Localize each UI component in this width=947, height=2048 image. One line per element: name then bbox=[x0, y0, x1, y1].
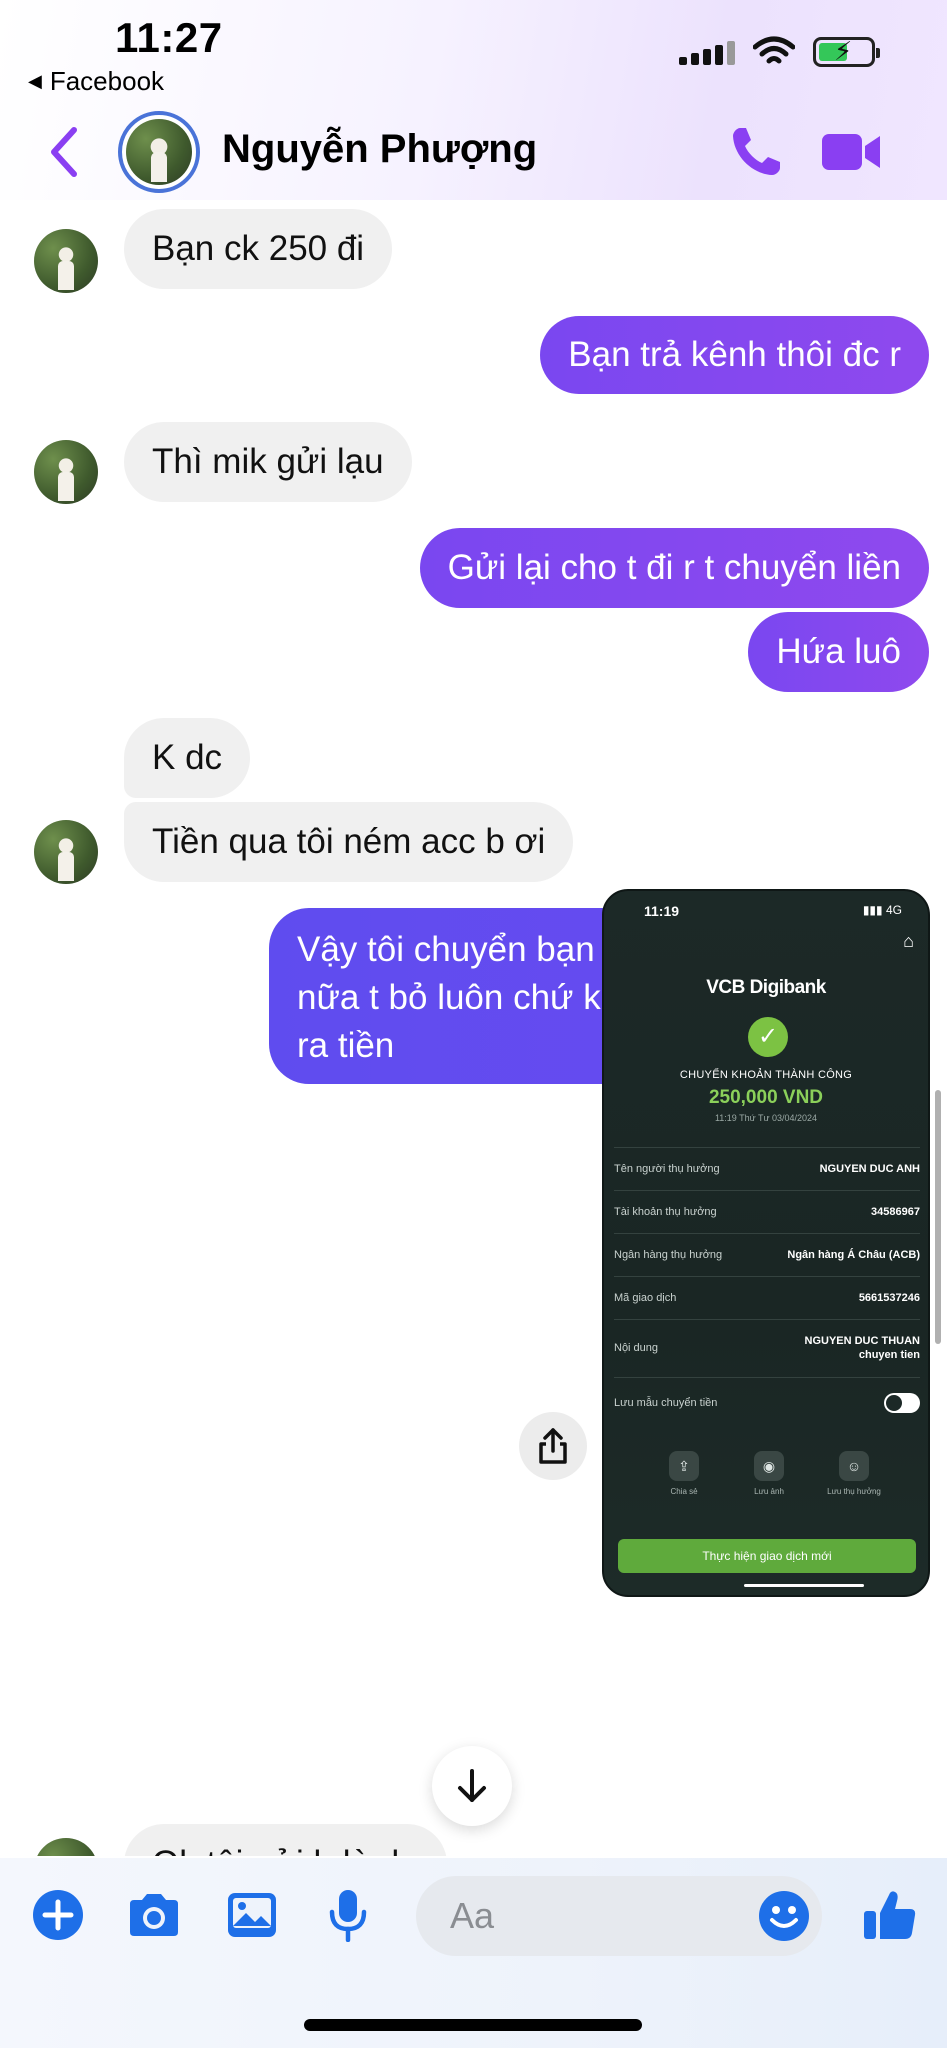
cellular-signal-icon bbox=[679, 39, 735, 65]
message-incoming[interactable]: Bạn ck 250 đi bbox=[124, 209, 393, 289]
transfer-status: CHUYỂN KHOẢN THÀNH CÔNG bbox=[679, 1069, 853, 1081]
arrow-down-icon bbox=[458, 1769, 486, 1802]
contact-name[interactable]: Nguyễn Phượng bbox=[222, 127, 537, 172]
camera-icon: ◉ bbox=[754, 1451, 784, 1481]
sender-avatar[interactable] bbox=[34, 1838, 98, 1856]
message-input[interactable] bbox=[450, 1876, 750, 1956]
wifi-icon bbox=[753, 36, 795, 64]
receipt-actions: ⇪ Chia sẻ ◉ Lưu ảnh ☺ Lưu thụ hưởng bbox=[644, 1451, 894, 1496]
like-button[interactable] bbox=[858, 1885, 922, 1945]
back-app-label: Facebook bbox=[49, 66, 165, 96]
gallery-button[interactable] bbox=[222, 1885, 282, 1945]
message-outgoing[interactable]: Bạn trả kênh thôi đc r bbox=[540, 316, 929, 394]
back-triangle-icon: ◀ bbox=[28, 71, 42, 91]
scroll-to-bottom-button[interactable] bbox=[432, 1746, 512, 1826]
receipt-time: 11:19 bbox=[644, 903, 680, 919]
share-button[interactable] bbox=[519, 1412, 587, 1480]
home-indicator bbox=[304, 2019, 642, 2031]
toggle-switch bbox=[884, 1392, 920, 1413]
camera-icon bbox=[130, 1894, 178, 1936]
receipt-network: ▮▮▮ 4G bbox=[862, 903, 902, 917]
voice-button[interactable] bbox=[318, 1885, 378, 1945]
battery-icon: ⚡ bbox=[813, 36, 880, 67]
receipt-row: Mã giao dịch 5661537246 bbox=[614, 1276, 920, 1318]
contact-avatar[interactable] bbox=[118, 111, 200, 193]
status-time: 11:27 bbox=[115, 14, 223, 61]
home-icon: ⌂ bbox=[903, 931, 914, 951]
plus-button[interactable] bbox=[28, 1885, 88, 1945]
receipt-row: Nội dung NGUYEN DUC THUAN chuyen tien bbox=[614, 1319, 920, 1375]
video-call-icon[interactable] bbox=[820, 128, 884, 176]
plus-circle-icon bbox=[33, 1890, 83, 1940]
transfer-amount: 250,000 VND bbox=[708, 1087, 824, 1108]
microphone-icon bbox=[329, 1890, 367, 1942]
sender-avatar[interactable] bbox=[34, 820, 98, 884]
message-incoming[interactable]: Ok tôi gửi b lè dạ bbox=[124, 1824, 447, 1856]
receipt-row: Lưu mẫu chuyển tiền bbox=[614, 1377, 920, 1427]
image-attachment-receipt[interactable]: 11:19 ▮▮▮ 4G ⌂ VCB Digibank ✓ CHUYỂN KHO… bbox=[602, 889, 930, 1597]
sender-avatar[interactable] bbox=[34, 440, 98, 504]
message-input-box[interactable] bbox=[416, 1876, 822, 1956]
image-icon bbox=[228, 1893, 276, 1937]
top-bar: 11:27 ◀ Facebook ⚡ Nguyễn Phượng bbox=[0, 0, 947, 200]
camera-button[interactable] bbox=[124, 1885, 184, 1945]
message-incoming[interactable]: K dc bbox=[124, 718, 251, 798]
emoji-icon[interactable] bbox=[758, 1890, 810, 1942]
receipt-row: Tên người thụ hưởng NGUYEN DUC ANH bbox=[614, 1147, 920, 1189]
home-indicator-receipt bbox=[744, 1584, 864, 1587]
message-outgoing[interactable]: Gửi lại cho t đi r t chuyển liền bbox=[419, 528, 929, 608]
success-check-icon: ✓ bbox=[748, 1017, 788, 1057]
thumbs-up-icon bbox=[864, 1891, 916, 1939]
transfer-datetime: 11:19 Thứ Tư 03/04/2024 bbox=[714, 1113, 818, 1123]
phone-call-icon[interactable] bbox=[728, 124, 784, 180]
bank-brand: VCB Digibank bbox=[706, 977, 826, 998]
share-icon: ⇪ bbox=[669, 1451, 699, 1481]
message-incoming[interactable]: Thì mik gửi lạu bbox=[124, 422, 412, 502]
status-icons: ⚡ bbox=[679, 36, 880, 68]
back-to-app-link[interactable]: ◀ Facebook bbox=[28, 66, 164, 97]
user-icon: ☺ bbox=[839, 1451, 869, 1481]
receipt-row: Ngân hàng thụ hưởng Ngân hàng Á Châu (ACB… bbox=[614, 1233, 920, 1275]
receipt-row: Tài khoản thụ hưởng 34586967 bbox=[614, 1190, 920, 1232]
scroll-indicator[interactable] bbox=[935, 1090, 941, 1344]
back-chevron-icon[interactable] bbox=[44, 122, 84, 182]
new-transaction-button: Thực hiện giao dịch mới bbox=[618, 1539, 916, 1573]
message-outgoing[interactable]: Hứa luô bbox=[748, 612, 929, 692]
message-incoming[interactable]: Tiền qua tôi ném acc b ơi bbox=[124, 802, 574, 882]
sender-avatar[interactable] bbox=[34, 229, 98, 293]
share-icon bbox=[539, 1428, 567, 1464]
